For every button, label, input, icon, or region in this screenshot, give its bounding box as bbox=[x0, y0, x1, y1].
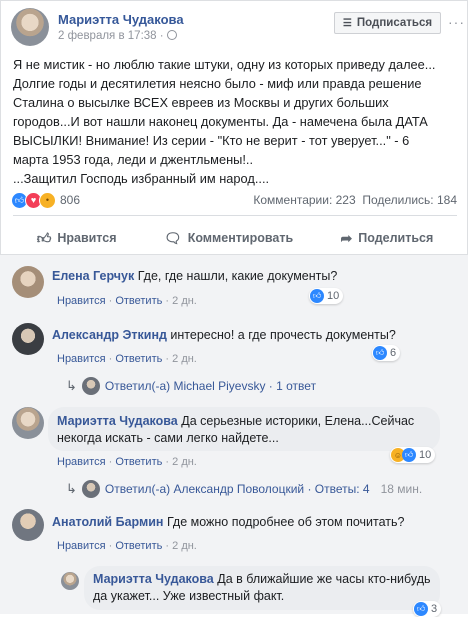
comment-reply-link[interactable]: Ответить bbox=[115, 295, 162, 307]
thumbs-up-icon: 👍︎ bbox=[36, 229, 52, 246]
reactions-summary[interactable]: 👍︎ ♥ • 806 bbox=[11, 191, 80, 209]
reply-arrow-icon: ↳ bbox=[66, 378, 77, 393]
replier-avatar[interactable] bbox=[61, 572, 79, 590]
post-card: Мариэтта Чудакова 2 февраля в 17:38 · ☰ … bbox=[0, 0, 468, 255]
comment-text: некогда искать - сами легко найдете... bbox=[57, 431, 279, 445]
post-line: городов...И вот нашли наконец документы.… bbox=[13, 114, 428, 129]
subscribe-button[interactable]: ☰ Подписаться bbox=[334, 12, 441, 34]
globe-icon bbox=[166, 30, 177, 40]
reaction-count: 806 bbox=[60, 193, 81, 207]
reply-text: да укажет... Уже известный факт. bbox=[93, 589, 285, 603]
comment-time: 2 дн. bbox=[172, 295, 197, 307]
reply-bubble: Мариэтта Чудакова Да в ближайшие же часы… bbox=[93, 571, 431, 605]
comment-reaction-badge[interactable]: 👍︎ 10 bbox=[309, 288, 344, 304]
comment-like-link[interactable]: Нравится bbox=[57, 456, 106, 468]
comment-reaction-badge[interactable]: 👍︎ 6 bbox=[372, 345, 401, 361]
reply-reaction-badge[interactable]: 👍︎ 3 bbox=[413, 601, 442, 617]
like-label: Нравится bbox=[57, 231, 117, 245]
commenter-name[interactable]: Елена Герчук bbox=[52, 269, 134, 283]
comment-time: 2 дн. bbox=[172, 456, 197, 468]
commenter-avatar[interactable] bbox=[12, 407, 44, 439]
post-line: Я не мистик - но люблю такие штуки, одну… bbox=[13, 57, 436, 72]
post-line: ВЫСЫЛКИ! Внимание! Из серии - "Кто не ве… bbox=[13, 133, 410, 148]
comment-text: Где, где нашли, какие документы? bbox=[137, 269, 338, 283]
view-replies-link[interactable]: ↳ Ответил(-а) Александр Поволоцкий · Отв… bbox=[66, 480, 422, 498]
reply-arrow-icon: ↳ bbox=[66, 481, 77, 496]
comment-reply-link[interactable]: Ответить bbox=[115, 540, 162, 552]
comment-bubble: Александр Эткинд интересно! а где прочес… bbox=[52, 327, 396, 344]
comment-like-link[interactable]: Нравится bbox=[57, 353, 106, 365]
reaction-count: 10 bbox=[327, 290, 340, 302]
comment-button[interactable]: 🗨︎ Комментировать bbox=[164, 230, 293, 247]
comment-text: Где можно подробнее об этом почитать? bbox=[166, 515, 405, 529]
reaction-count: 10 bbox=[419, 449, 432, 461]
comment-reply-link[interactable]: Ответить bbox=[115, 456, 162, 468]
replier-avatar bbox=[81, 480, 100, 498]
like-button[interactable]: 👍︎ Нравится bbox=[37, 230, 117, 247]
comment-actions: Нравится · Ответить · 2 дн. bbox=[57, 353, 197, 365]
like-reaction-icon: 👍︎ bbox=[402, 448, 416, 462]
reaction-count: 6 bbox=[390, 347, 397, 359]
share-icon: ➦ bbox=[340, 229, 353, 246]
commenter-name[interactable]: Мариэтта Чудакова bbox=[57, 414, 178, 428]
post-actions: 👍︎ Нравится 🗨︎ Комментировать ➦ Поделить… bbox=[13, 223, 457, 253]
wow-reaction-icon: • bbox=[39, 191, 56, 209]
like-reaction-icon: 👍︎ bbox=[373, 346, 387, 360]
post-line: ...Защитил Господь избранный им народ...… bbox=[13, 171, 270, 186]
post-stats: Комментарии: 223 Поделились: 184 bbox=[253, 193, 457, 207]
like-reaction-icon: 👍︎ bbox=[310, 289, 324, 303]
post-text: Я не мистик - но люблю такие штуки, одну… bbox=[13, 55, 459, 188]
comment-time: 2 дн. bbox=[172, 540, 197, 552]
post-line: Сталина о высылке ВСЕХ евреев из Москвы … bbox=[13, 95, 389, 110]
commenter-avatar[interactable] bbox=[12, 509, 44, 541]
author-avatar[interactable] bbox=[11, 8, 49, 46]
rss-icon: ☰ bbox=[342, 17, 352, 29]
post-author[interactable]: Мариэтта Чудакова bbox=[58, 12, 184, 27]
share-label: Поделиться bbox=[358, 231, 434, 245]
share-button[interactable]: ➦ Поделиться bbox=[341, 230, 434, 247]
commenter-avatar[interactable] bbox=[12, 323, 44, 355]
comment-text: Да серьезные историки, Елена...Сейчас bbox=[181, 414, 415, 428]
comment-text: интересно! а где прочесть документы? bbox=[170, 328, 396, 342]
view-replies-link[interactable]: ↳ Ответил(-а) Michael Piyevsky · 1 ответ bbox=[66, 377, 316, 395]
reaction-count: 3 bbox=[431, 603, 438, 615]
comment-actions: Нравится · Ответить · 2 дн. bbox=[57, 295, 197, 307]
comments-section: Елена Герчук Где, где нашли, какие докум… bbox=[0, 255, 468, 617]
comment-reply-link[interactable]: Ответить bbox=[115, 353, 162, 365]
comment-bubble: Мариэтта Чудакова Да серьезные историки,… bbox=[57, 413, 414, 447]
replier-avatar bbox=[81, 377, 100, 395]
commenter-name[interactable]: Александр Эткинд bbox=[52, 328, 167, 342]
comment-like-link[interactable]: Нравится bbox=[57, 295, 106, 307]
comment-time: 2 дн. bbox=[172, 353, 197, 365]
comment-actions: Нравится · Ответить · 2 дн. bbox=[57, 456, 197, 468]
commenter-name[interactable]: Анатолий Бармин bbox=[52, 515, 163, 529]
comment-actions: Нравится · Ответить · 2 дн. bbox=[57, 540, 197, 552]
commenter-avatar[interactable] bbox=[12, 266, 44, 298]
replies-summary: Ответил(-а) Александр Поволоцкий · Ответ… bbox=[104, 482, 370, 496]
comment-bubble: Анатолий Бармин Где можно подробнее об э… bbox=[52, 514, 405, 531]
subscribe-label: Подписаться bbox=[356, 17, 433, 29]
replier-name[interactable]: Мариэтта Чудакова bbox=[93, 572, 214, 586]
post-date[interactable]: 2 февраля в 17:38 · bbox=[58, 30, 164, 42]
more-options-icon[interactable]: ··· bbox=[448, 14, 465, 30]
comment-reaction-badge[interactable]: ☺ 👍︎ 10 bbox=[390, 447, 436, 463]
post-line: Долгие годы и десятилетия неясно было - … bbox=[13, 76, 422, 91]
reply-text: Да в ближайшие же часы кто-нибудь bbox=[217, 572, 431, 586]
comments-count[interactable]: Комментарии: 223 bbox=[253, 193, 355, 207]
divider bbox=[13, 215, 457, 216]
post-meta: 2 февраля в 17:38 · bbox=[58, 30, 177, 42]
comment-like-link[interactable]: Нравится bbox=[57, 540, 106, 552]
comment-bubble: Елена Герчук Где, где нашли, какие докум… bbox=[52, 268, 338, 285]
comment-icon: 🗨︎ bbox=[163, 229, 182, 246]
replies-time: 18 мин. bbox=[380, 482, 423, 496]
replies-summary: Ответил(-а) Michael Piyevsky · 1 ответ bbox=[104, 379, 317, 393]
shares-count[interactable]: Поделились: 184 bbox=[362, 193, 457, 207]
comment-label: Комментировать bbox=[187, 231, 294, 245]
post-line: марта 1953 года, леди и джентльмены!.. bbox=[13, 152, 254, 167]
